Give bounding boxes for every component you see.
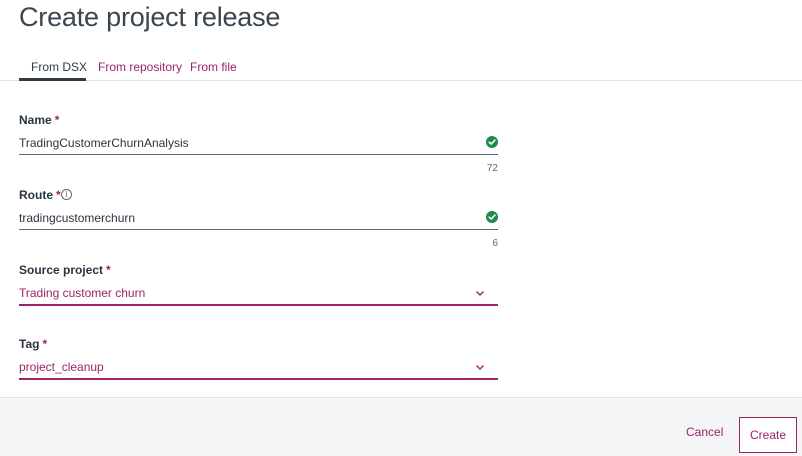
required-marker: * — [54, 113, 60, 127]
tag-label-text: Tag — [19, 337, 40, 351]
info-icon[interactable]: i — [61, 189, 72, 200]
tag-select[interactable]: project_cleanup — [19, 360, 104, 374]
tab-from-file[interactable]: From file — [190, 60, 237, 74]
required-marker: * — [106, 263, 111, 277]
required-marker: * — [42, 337, 48, 351]
chevron-down-icon[interactable] — [474, 286, 486, 298]
footer-bar: Cancel Create — [0, 397, 802, 456]
route-input-underline — [19, 229, 498, 230]
source-project-label: Source project * — [19, 263, 111, 277]
tab-from-repository[interactable]: From repository — [98, 60, 182, 74]
tag-underline — [19, 378, 498, 380]
name-input-underline — [19, 154, 498, 155]
source-project-label-text: Source project — [19, 263, 104, 277]
route-char-count: 6 — [492, 238, 498, 249]
name-input[interactable]: TradingCustomerChurnAnalysis — [19, 136, 189, 150]
page-title: Create project release — [19, 2, 281, 32]
release-form: Name * TradingCustomerChurnAnalysis 72 Ro… — [0, 81, 802, 397]
required-marker: * — [56, 188, 61, 202]
tag-label: Tag * — [19, 337, 47, 351]
source-project-select[interactable]: Trading customer churn — [19, 286, 145, 300]
checkmark-icon — [486, 211, 498, 223]
route-input[interactable]: tradingcustomerchurn — [19, 211, 135, 225]
checkmark-icon — [486, 136, 498, 148]
name-label-text: Name — [19, 113, 52, 127]
cancel-button[interactable]: Cancel — [686, 425, 723, 439]
route-label: Route * — [19, 188, 61, 202]
tab-bar: From DSX From repository From file — [0, 56, 802, 81]
name-label: Name * — [19, 113, 59, 127]
create-button[interactable]: Create — [739, 417, 797, 453]
name-char-count: 72 — [486, 163, 498, 174]
chevron-down-icon[interactable] — [474, 360, 486, 372]
tab-from-dsx[interactable]: From DSX — [31, 60, 87, 74]
source-project-underline — [19, 304, 498, 306]
route-label-text: Route — [19, 188, 53, 202]
